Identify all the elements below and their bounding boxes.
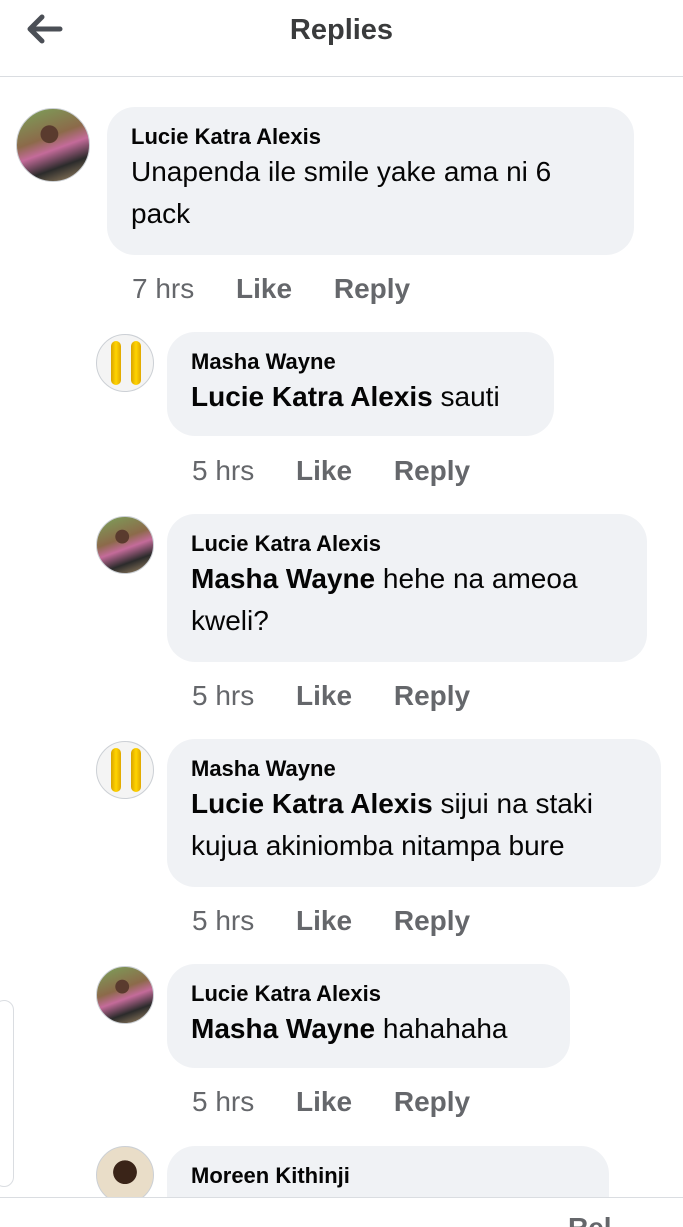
comment-text-line: Unapenda ile smile yake ama ni 6 [131, 156, 552, 187]
avatar[interactable] [96, 334, 154, 392]
avatar[interactable] [96, 516, 154, 574]
bottom-bar: Rel [0, 1197, 683, 1227]
avatar[interactable] [96, 966, 154, 1024]
comment: Lucie Katra Alexis Masha Wayne hehe na a… [0, 514, 683, 729]
reply-button[interactable]: Reply [394, 455, 470, 487]
comment-text: Masha Wayne hahahaha [191, 1008, 546, 1050]
comment-text-line: kweli? [191, 605, 269, 636]
comment-text-body: hahahaha [375, 1013, 508, 1044]
comment-text: Unapenda ile smile yake ama ni 6 pack [131, 151, 610, 235]
header-bar: Replies [0, 0, 683, 77]
comment-time: 5 hrs [192, 680, 255, 711]
comment-time: 5 hrs [192, 1086, 255, 1117]
comment-text-body: sijui na staki [432, 788, 594, 819]
comment-meta: 7 hrs Like Reply [132, 273, 444, 305]
comment-text: Lucie Katra Alexis sauti [191, 376, 530, 418]
comment-bubble[interactable]: Lucie Katra Alexis Unapenda ile smile ya… [107, 107, 634, 255]
reply-button[interactable]: Reply [334, 273, 410, 305]
comment-author[interactable]: Moreen Kithinji [191, 1162, 585, 1190]
comment-bubble[interactable]: Lucie Katra Alexis Masha Wayne hehe na a… [167, 514, 647, 662]
comment-meta: 5 hrs Like Reply [192, 680, 504, 712]
comment-author[interactable]: Masha Wayne [191, 348, 530, 376]
comment-text-line: kujua akiniomba nitampa bure [191, 830, 565, 861]
comment-time: 5 hrs [192, 905, 255, 936]
comment-time: 7 hrs [132, 273, 195, 304]
page-title: Replies [289, 14, 394, 46]
comment-text-line: pack [131, 198, 191, 229]
floating-panel-edge [0, 1000, 14, 1187]
reply-button[interactable]: Reply [394, 905, 470, 937]
bottom-action[interactable]: Rel [568, 1212, 612, 1227]
replies-thread: Lucie Katra Alexis Unapenda ile smile ya… [0, 77, 683, 1197]
reply-button[interactable]: Reply [394, 1086, 470, 1118]
comment-author[interactable]: Lucie Katra Alexis [191, 530, 623, 558]
comment-author[interactable]: Lucie Katra Alexis [131, 123, 610, 151]
like-button[interactable]: Like [296, 455, 352, 487]
like-button[interactable]: Like [296, 1086, 352, 1118]
comment-bubble[interactable]: Masha Wayne Lucie Katra Alexis sijui na … [167, 739, 661, 887]
mention-link[interactable]: Masha Wayne [191, 1013, 375, 1044]
comment: Moreen Kithinji [0, 1146, 683, 1197]
comment-text: Lucie Katra Alexis sijui na staki kujua … [191, 783, 637, 867]
comment-text-body: sauti [432, 381, 500, 412]
comment: Lucie Katra Alexis Masha Wayne hahahaha … [0, 964, 683, 1134]
comment-meta: 5 hrs Like Reply [192, 1086, 504, 1118]
like-button[interactable]: Like [236, 273, 292, 305]
avatar[interactable] [16, 108, 90, 182]
comment-author[interactable]: Masha Wayne [191, 755, 637, 783]
comment-text: Masha Wayne hehe na ameoa kweli? [191, 558, 623, 642]
avatar[interactable] [96, 1146, 154, 1197]
comment-time: 5 hrs [192, 455, 255, 486]
comment: Masha Wayne Lucie Katra Alexis sauti 5 h… [0, 332, 683, 502]
like-button[interactable]: Like [296, 905, 352, 937]
mention-link[interactable]: Masha Wayne [191, 563, 375, 594]
comment-meta: 5 hrs Like Reply [192, 455, 504, 487]
like-button[interactable]: Like [296, 680, 352, 712]
comment: Masha Wayne Lucie Katra Alexis sijui na … [0, 739, 683, 954]
comment-bubble[interactable]: Masha Wayne Lucie Katra Alexis sauti [167, 332, 554, 436]
comment-bubble[interactable]: Moreen Kithinji [167, 1146, 609, 1197]
reply-button[interactable]: Reply [394, 680, 470, 712]
comment-meta: 5 hrs Like Reply [192, 905, 504, 937]
comment-bubble[interactable]: Lucie Katra Alexis Masha Wayne hahahaha [167, 964, 570, 1068]
comment-text-body: hehe na ameoa [375, 563, 578, 594]
mention-link[interactable]: Lucie Katra Alexis [191, 381, 433, 412]
avatar[interactable] [96, 741, 154, 799]
comment: Lucie Katra Alexis Unapenda ile smile ya… [0, 77, 683, 327]
mention-link[interactable]: Lucie Katra Alexis [191, 788, 433, 819]
comment-author[interactable]: Lucie Katra Alexis [191, 980, 546, 1008]
